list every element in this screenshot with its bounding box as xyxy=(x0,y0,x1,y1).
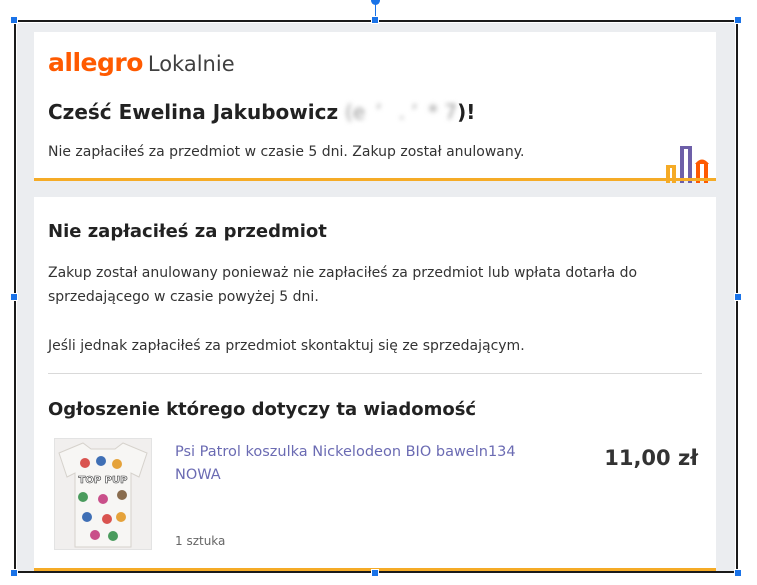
resize-handle-right[interactable] xyxy=(734,293,742,301)
resize-handle-top-left[interactable] xyxy=(10,16,18,24)
rotation-handle[interactable] xyxy=(371,0,380,5)
resize-handle-bottom[interactable] xyxy=(371,569,379,577)
resize-handle-top[interactable] xyxy=(371,16,379,24)
resize-handle-bottom-right[interactable] xyxy=(734,569,742,577)
image-selection-frame[interactable] xyxy=(14,20,738,573)
resize-handle-left[interactable] xyxy=(10,293,18,301)
canvas: allegro Lokalnie Cześć Ewelina Jakubowicz… xyxy=(0,0,757,585)
resize-handle-top-right[interactable] xyxy=(734,16,742,24)
resize-handle-bottom-left[interactable] xyxy=(10,569,18,577)
